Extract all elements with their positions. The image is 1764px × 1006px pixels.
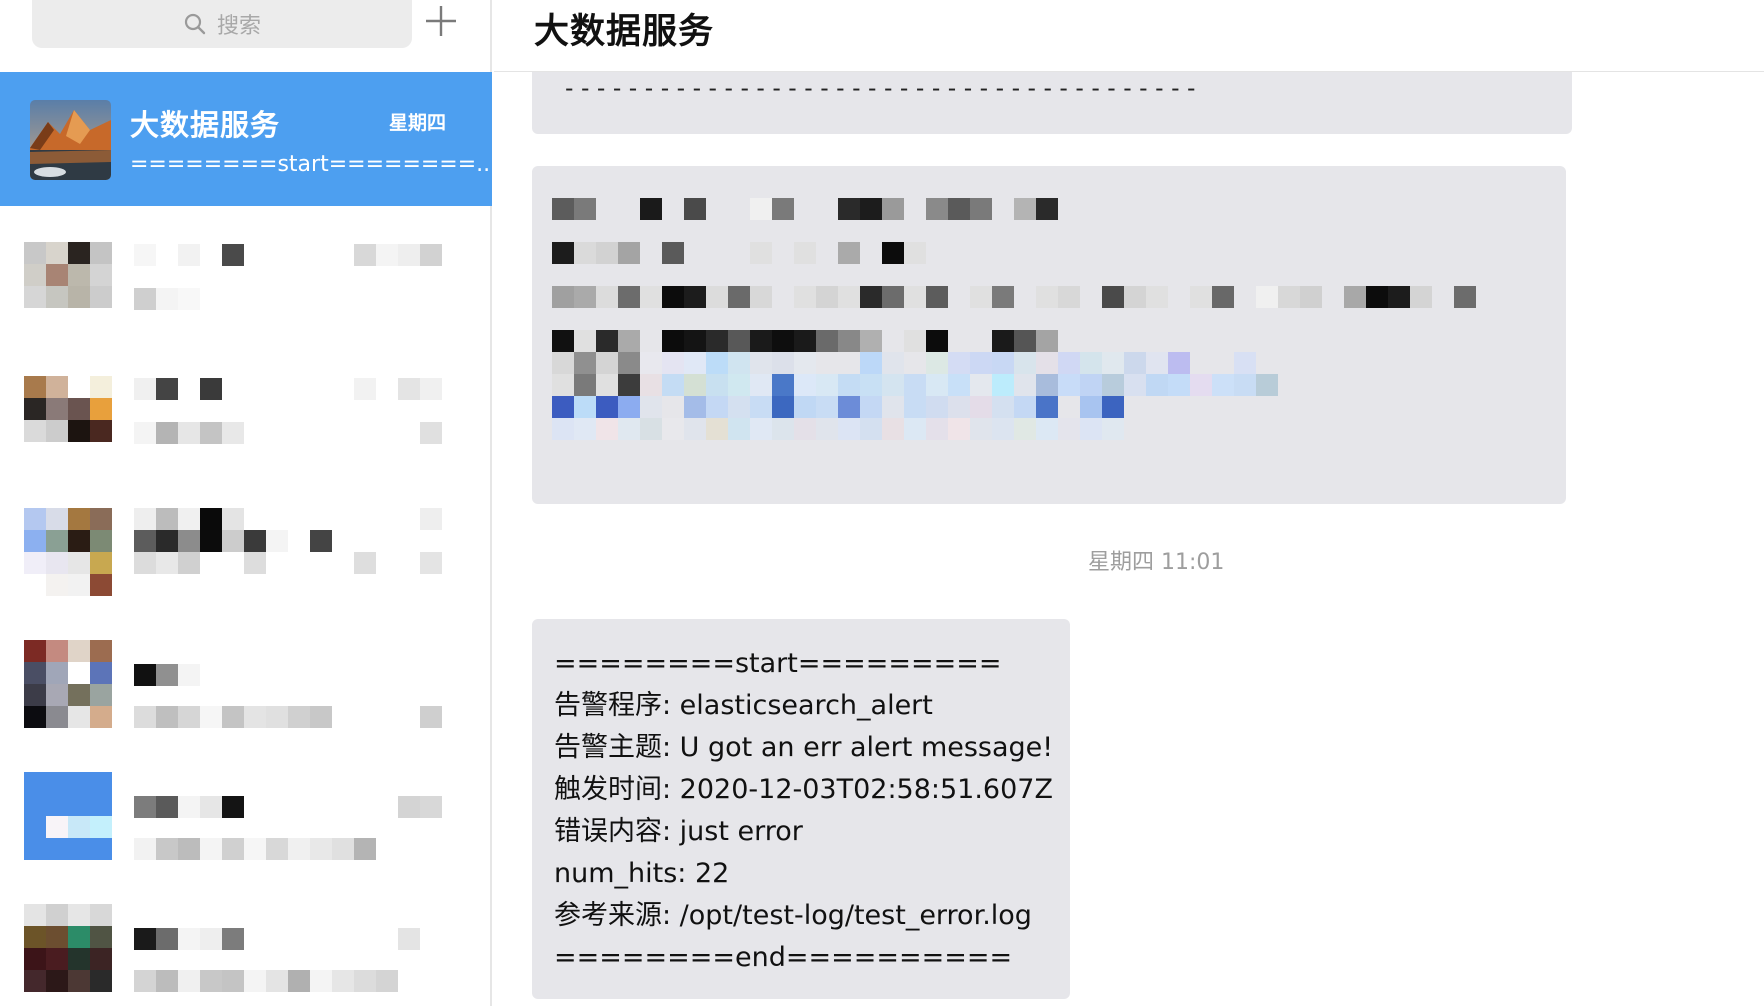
add-chat-button[interactable]	[420, 2, 462, 44]
message-line: 参考来源: /opt/test-log/test_error.log	[554, 900, 1032, 931]
search-placeholder: 搜索	[216, 14, 261, 39]
message-line: 错误内容: just error	[554, 816, 803, 847]
plus-icon	[424, 4, 458, 42]
chat-title: 大数据服务	[534, 12, 715, 52]
message-text: ----------------------------------------	[562, 74, 1200, 102]
message-line: 触发时间: 2020-12-03T02:58:51.607Z	[554, 774, 1053, 805]
chat-list-item-redacted[interactable]	[0, 474, 492, 608]
message-timestamp: 星期四 11:01	[1088, 550, 1225, 575]
search-icon	[183, 12, 207, 36]
message-line: 告警程序: elasticsearch_alert	[554, 690, 933, 721]
chat-date: 星期四	[388, 112, 446, 134]
chat-name: 大数据服务	[130, 108, 281, 142]
messenger-app: 搜索 大数据服务 星期四 ========start========... 大数…	[0, 0, 1764, 1006]
chat-list-item-redacted[interactable]	[0, 606, 492, 740]
chat-avatar	[30, 100, 111, 180]
chat-list-item-redacted[interactable]	[0, 738, 492, 872]
message-line: ========end==========	[554, 942, 1013, 973]
search-input[interactable]: 搜索	[32, 0, 412, 48]
chat-list-item-redacted[interactable]	[0, 210, 492, 344]
message-bubble-redacted[interactable]	[532, 166, 1566, 504]
message-line: ========start=========	[554, 648, 1002, 679]
message-bubble[interactable]: ----------------------------------------	[532, 72, 1572, 134]
alert-message-bubble[interactable]: ========start========= 告警程序: elasticsear…	[532, 619, 1070, 999]
conversation-list-pane: 搜索 大数据服务 星期四 ========start========...	[0, 0, 497, 1006]
message-line: num_hits: 22	[554, 858, 730, 889]
chat-preview: ========start========...	[130, 152, 498, 177]
chat-list-item-redacted[interactable]	[0, 870, 492, 1004]
chat-list-item-redacted[interactable]	[0, 342, 492, 476]
message-line: 告警主题: U got an err alert message!	[554, 732, 1054, 763]
chat-header: 大数据服务	[494, 0, 1764, 72]
